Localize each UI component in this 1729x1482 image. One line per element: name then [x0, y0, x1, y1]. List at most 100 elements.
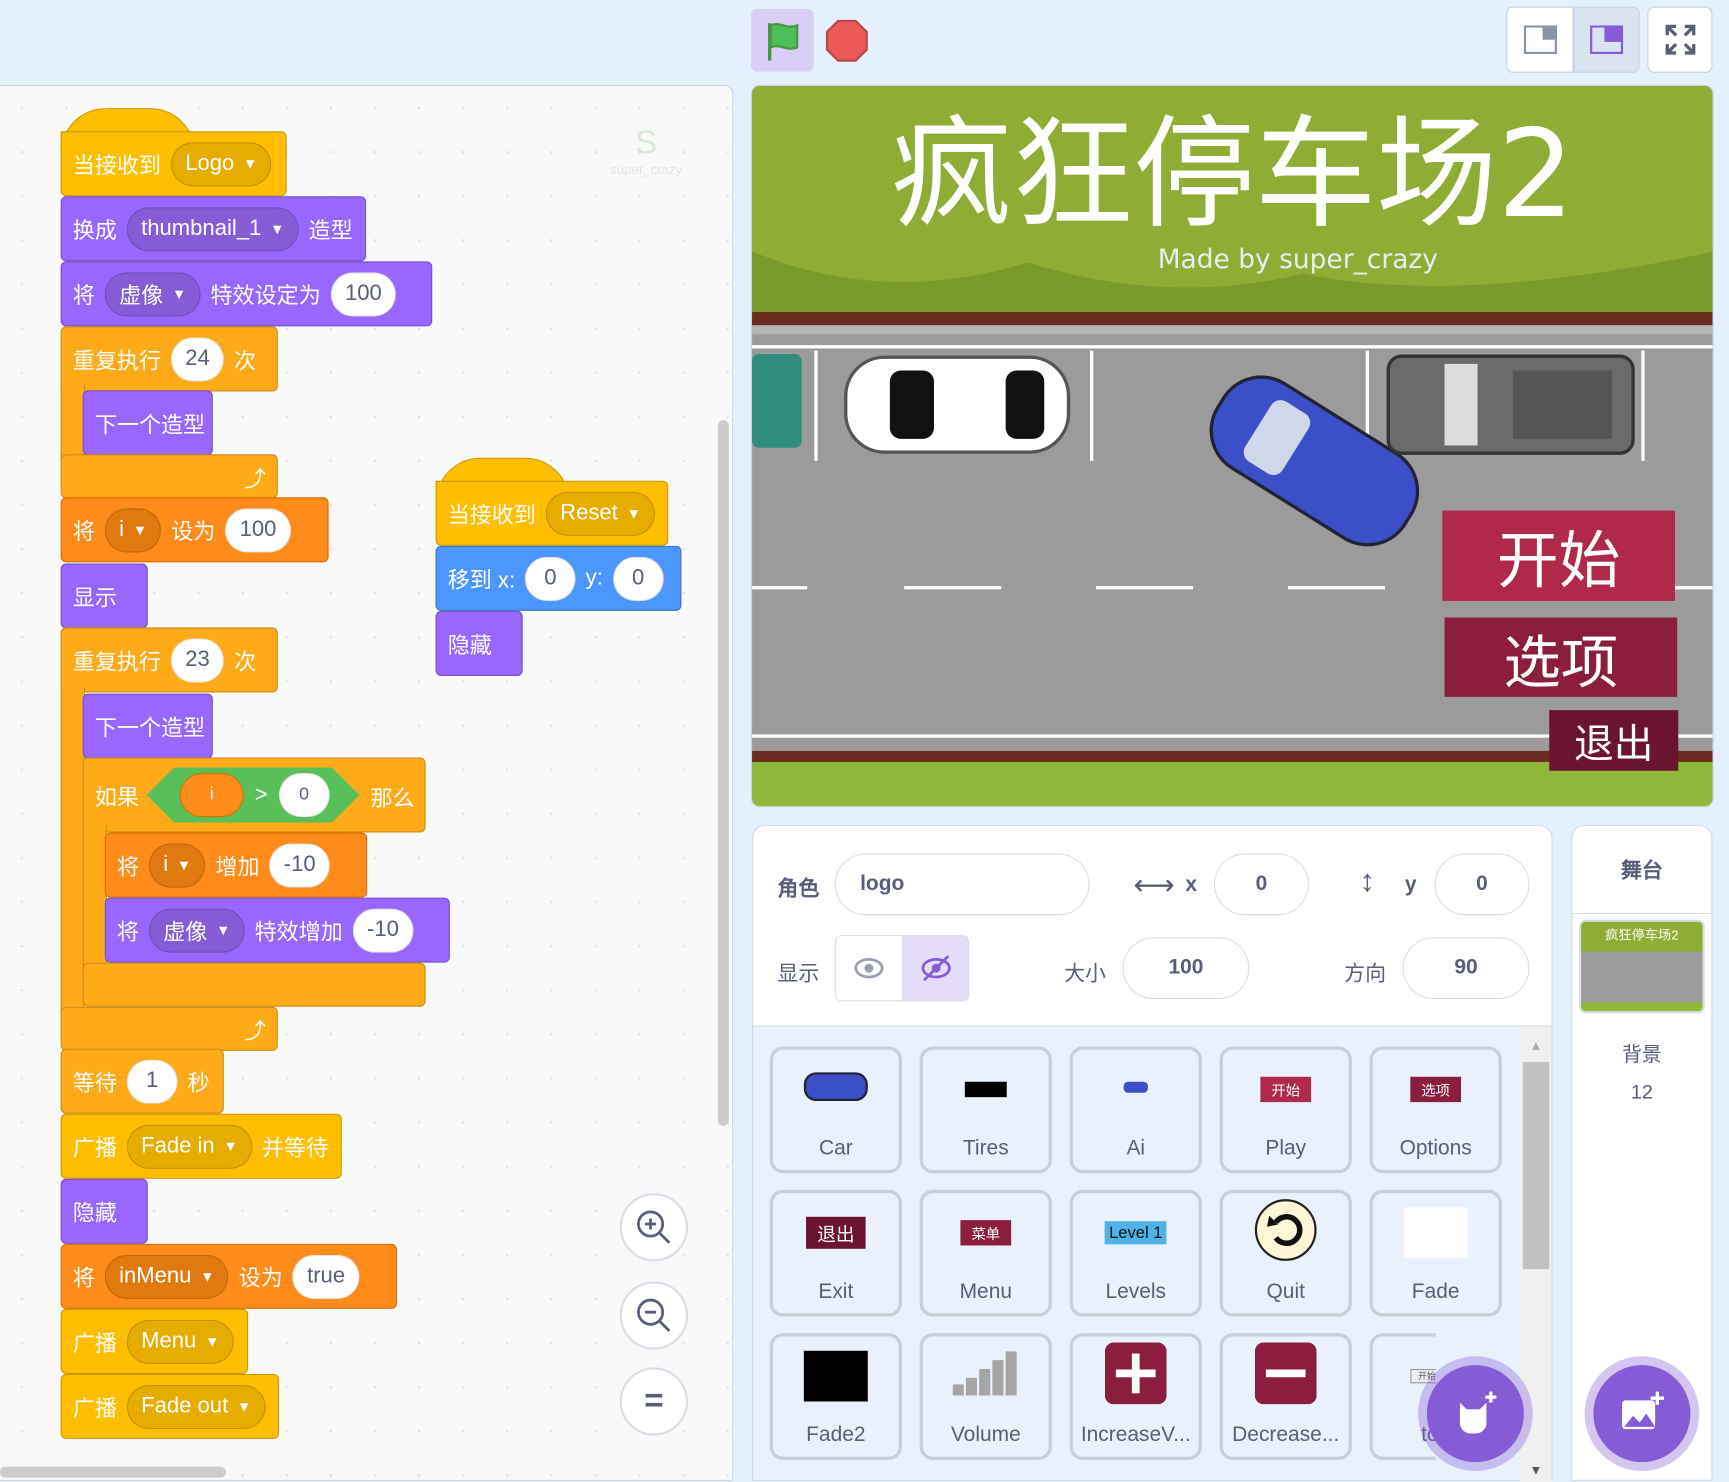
- normal-stage-button[interactable]: [1573, 6, 1640, 73]
- scroll-up-icon[interactable]: ▲: [1529, 1038, 1542, 1053]
- sprite-card[interactable]: 菜单 Menu: [919, 1189, 1052, 1317]
- sprite-card[interactable]: Fade: [1369, 1189, 1502, 1317]
- scroll-down-icon[interactable]: ▼: [1529, 1462, 1542, 1477]
- costume-dropdown[interactable]: thumbnail_1 ▼: [126, 206, 299, 251]
- broadcast-block[interactable]: 广播 Menu ▼: [60, 1308, 249, 1374]
- broadcast-and-wait-block[interactable]: 广播 Fade in ▼ 并等待: [60, 1113, 342, 1179]
- show-block[interactable]: 显示: [60, 563, 148, 629]
- number-input[interactable]: -10: [352, 908, 414, 953]
- variable-dropdown[interactable]: inMenu ▼: [104, 1254, 229, 1299]
- variable-dropdown[interactable]: i ▼: [148, 842, 206, 888]
- sprite-thumbnail: 开始: [1260, 1076, 1312, 1103]
- green-flag-button[interactable]: [750, 8, 814, 72]
- block-label: 显示: [72, 586, 117, 611]
- sprite-list-scrollbar[interactable]: ▲ ▼: [1520, 1026, 1552, 1482]
- next-costume-block[interactable]: 下一个造型: [82, 693, 213, 759]
- repeat-block[interactable]: 重复执行 24 次: [60, 326, 278, 392]
- broadcast-block[interactable]: 广播 Fade out ▼: [60, 1373, 279, 1439]
- sprite-card[interactable]: Fade2: [769, 1333, 902, 1460]
- hide-block[interactable]: 隐藏: [60, 1178, 148, 1244]
- sprite-card[interactable]: Tires: [919, 1046, 1052, 1174]
- sprite-card[interactable]: Decrease...: [1219, 1333, 1352, 1460]
- sprite-name-input[interactable]: logo: [834, 853, 1090, 916]
- thumbnail-label: 菜单: [960, 1220, 1012, 1246]
- change-effect-block[interactable]: 将虚像 ▼ 特效增加 -10: [104, 897, 450, 963]
- message-dropdown[interactable]: Reset ▼: [545, 491, 656, 536]
- sprite-card[interactable]: Quit: [1219, 1189, 1352, 1317]
- caret-down-icon: ▼: [200, 1268, 215, 1285]
- y-input[interactable]: 0: [612, 556, 664, 601]
- message-dropdown[interactable]: Menu ▼: [126, 1319, 234, 1364]
- set-effect-block[interactable]: 将虚像 ▼ 特效设定为 100: [60, 261, 433, 327]
- zoom-out-button[interactable]: [619, 1281, 689, 1350]
- sprite-card[interactable]: 退出 Exit: [769, 1189, 902, 1317]
- size-input[interactable]: 100: [1122, 937, 1250, 1000]
- loop-arrow-icon: ⤴: [243, 1019, 266, 1044]
- x-input[interactable]: 0: [1214, 853, 1309, 916]
- fullscreen-button[interactable]: [1647, 6, 1713, 73]
- hide-block[interactable]: 隐藏: [435, 610, 523, 676]
- effect-dropdown[interactable]: 虚像 ▼: [104, 271, 201, 316]
- caret-down-icon: ▼: [172, 285, 187, 303]
- sprite-name: Exit: [818, 1280, 854, 1304]
- number-input[interactable]: -10: [269, 842, 330, 888]
- hide-sprite-button[interactable]: [901, 935, 970, 1002]
- stop-button[interactable]: [825, 19, 869, 63]
- vertical-scrollbar[interactable]: [717, 420, 729, 1126]
- sprite-name: Tires: [962, 1136, 1009, 1161]
- when-receive-logo-block[interactable]: 当接收到 Logo ▼: [60, 131, 287, 197]
- sprite-card[interactable]: Ai: [1069, 1046, 1202, 1174]
- x-input[interactable]: 0: [525, 556, 576, 601]
- repeat-block[interactable]: 重复执行 23 次: [60, 627, 278, 693]
- sprite-card[interactable]: Level 1 Levels: [1069, 1189, 1202, 1317]
- message-dropdown[interactable]: Fade out ▼: [126, 1384, 266, 1429]
- y-input[interactable]: 0: [1434, 853, 1530, 916]
- backdrop-plus-icon: [1622, 1391, 1664, 1430]
- zoom-reset-button[interactable]: =: [619, 1367, 689, 1436]
- change-variable-block[interactable]: 将 i ▼ 增加 -10: [104, 832, 368, 898]
- number-input[interactable]: 100: [330, 271, 397, 316]
- show-sprite-button[interactable]: [834, 935, 904, 1002]
- add-sprite-button[interactable]: [1426, 1365, 1524, 1463]
- small-stage-button[interactable]: [1506, 6, 1574, 73]
- horizontal-scrollbar[interactable]: [0, 1466, 227, 1478]
- direction-input[interactable]: 90: [1402, 937, 1530, 1000]
- variable-dropdown[interactable]: i ▼: [104, 507, 162, 552]
- options-button[interactable]: 选项: [1444, 617, 1678, 697]
- stage[interactable]: 疯狂停车场2 Made by super_crazy 开始 选项 退出: [750, 84, 1714, 808]
- sprite-card[interactable]: IncreaseV...: [1069, 1333, 1202, 1460]
- message-dropdown[interactable]: Logo ▼: [170, 141, 272, 186]
- eye-slash-icon: [921, 955, 951, 982]
- next-costume-block[interactable]: 下一个造型: [82, 390, 213, 456]
- switch-costume-block[interactable]: 换成 thumbnail_1 ▼ 造型: [60, 196, 367, 262]
- sprite-card[interactable]: 选项 Options: [1369, 1046, 1502, 1174]
- code-area[interactable]: Ssuper_crazy 当接收到 Logo ▼ 换成 thumbnail_1 ▼ 造型 …: [0, 84, 734, 1481]
- sprite-card[interactable]: 开始 Play: [1219, 1046, 1352, 1174]
- number-input[interactable]: 100: [225, 507, 291, 552]
- dropdown-value: thumbnail_1: [141, 216, 262, 241]
- zoom-in-button[interactable]: [619, 1193, 689, 1262]
- effect-dropdown[interactable]: 虚像 ▼: [148, 908, 245, 953]
- sprite-card[interactable]: Car: [769, 1046, 902, 1174]
- when-receive-reset-block[interactable]: 当接收到 Reset ▼: [435, 480, 669, 546]
- add-backdrop-button[interactable]: [1593, 1365, 1691, 1463]
- message-dropdown[interactable]: Fade in ▼: [126, 1124, 253, 1169]
- number-input[interactable]: 0: [279, 773, 330, 817]
- wait-block[interactable]: 等待 1 秒: [60, 1048, 224, 1114]
- text-input[interactable]: true: [292, 1254, 360, 1299]
- greater-than-operator[interactable]: i >0: [147, 767, 360, 822]
- variable-reporter[interactable]: i: [180, 773, 244, 817]
- set-variable-block[interactable]: 将 i ▼ 设为 100: [60, 497, 329, 563]
- go-to-xy-block[interactable]: 移到 x: 0 y: 0: [435, 545, 682, 611]
- stage-thumbnail[interactable]: 疯狂停车场2: [1579, 919, 1705, 1014]
- block-label: 广播: [72, 1332, 117, 1357]
- number-input[interactable]: 1: [126, 1059, 178, 1104]
- start-button[interactable]: 开始: [1442, 510, 1675, 601]
- set-variable-block[interactable]: 将 inMenu ▼ 设为 true: [60, 1243, 397, 1309]
- sprite-name: Play: [1265, 1136, 1307, 1161]
- exit-button[interactable]: 退出: [1549, 710, 1679, 771]
- sprite-card[interactable]: Volume: [919, 1333, 1052, 1460]
- number-input[interactable]: 23: [170, 637, 225, 683]
- number-input[interactable]: 24: [170, 336, 225, 381]
- scroll-thumb[interactable]: [1522, 1061, 1550, 1270]
